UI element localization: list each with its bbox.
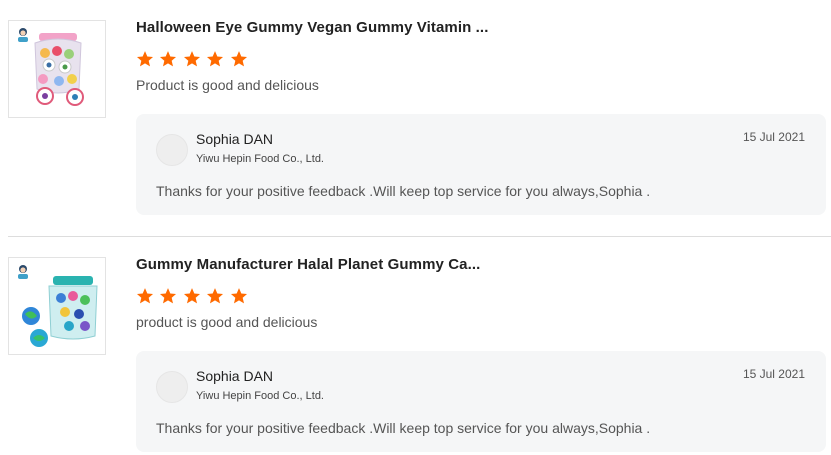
buyer-avatar-icon: [15, 26, 31, 42]
star-icon: [160, 288, 177, 304]
star-icon: [183, 51, 200, 67]
star-rating: [136, 50, 249, 68]
product-title[interactable]: Halloween Eye Gummy Vegan Gummy Vitamin …: [136, 19, 488, 36]
divider: [8, 236, 831, 237]
seller-name: Sophia DAN: [196, 368, 274, 384]
product-thumbnail[interactable]: [8, 257, 106, 355]
seller-name: Sophia DAN: [196, 131, 274, 147]
seller-reply: Sophia DAN Yiwu Hepin Food Co., Ltd. 15 …: [136, 114, 826, 215]
star-icon: [207, 288, 224, 304]
star-icon: [136, 288, 154, 304]
reply-date: 15 Jul 2021: [742, 367, 805, 381]
buyer-avatar-icon: [15, 263, 31, 279]
star-icon: [230, 51, 247, 67]
seller-company: Yiwu Hepin Food Co., Ltd.: [196, 153, 324, 165]
star-icon: [207, 51, 224, 67]
star-icon: [183, 288, 200, 304]
seller-avatar: [156, 371, 188, 403]
reply-text: Thanks for your positive feedback .Will …: [156, 183, 651, 199]
star-rating: [136, 287, 249, 305]
seller-company: Yiwu Hepin Food Co., Ltd.: [196, 390, 324, 402]
product-thumbnail[interactable]: [8, 20, 106, 118]
star-icon: [230, 288, 247, 304]
seller-avatar: [156, 134, 188, 166]
seller-reply: Sophia DAN Yiwu Hepin Food Co., Ltd. 15 …: [136, 351, 826, 452]
reply-date: 15 Jul 2021: [742, 130, 805, 144]
reply-text: Thanks for your positive feedback .Will …: [156, 420, 651, 436]
star-icon: [136, 51, 154, 67]
star-icon: [160, 51, 177, 67]
review-comment: Product is good and delicious: [136, 77, 319, 93]
product-title[interactable]: Gummy Manufacturer Halal Planet Gummy Ca…: [136, 256, 480, 273]
review-comment: product is good and delicious: [136, 314, 318, 330]
